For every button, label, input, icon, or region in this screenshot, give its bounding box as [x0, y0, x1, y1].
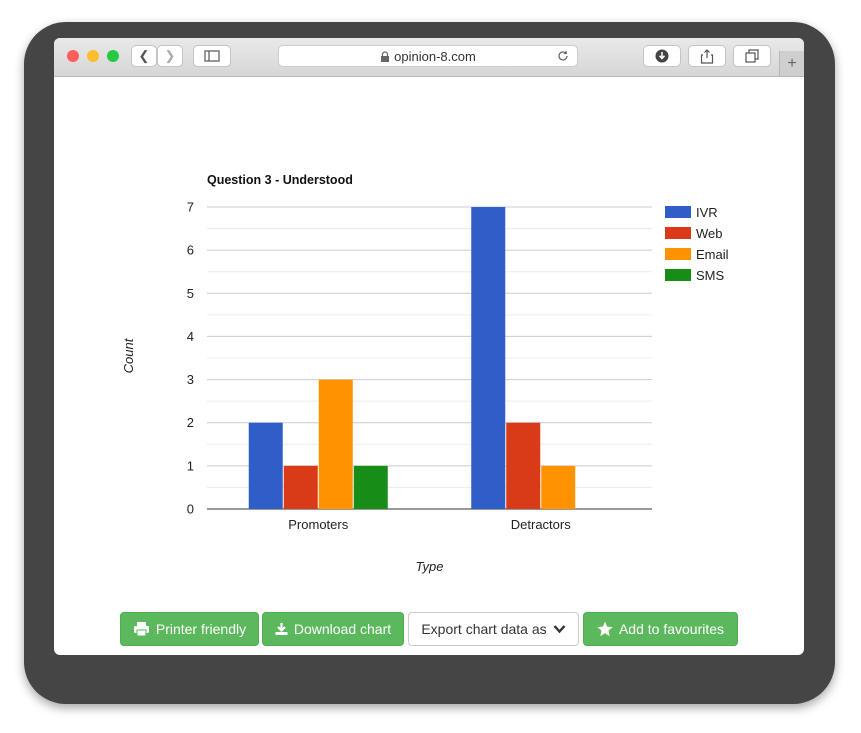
browser-window: ❮ ❯ opinion-8.com + 0 1 2 3 4 5 6 7 Promoters Det…	[54, 38, 804, 655]
legend-swatch	[665, 227, 691, 239]
x-axis-title: Type	[416, 559, 444, 574]
y-tick-label: 0	[187, 502, 194, 517]
chevron-down-icon	[553, 625, 566, 634]
legend-swatch	[665, 248, 691, 260]
y-tick-label: 3	[187, 372, 194, 387]
y-tick-label: 4	[187, 329, 194, 344]
x-tick-label: Detractors	[511, 517, 571, 532]
y-tick-label: 5	[187, 286, 194, 301]
add-to-favourites-button[interactable]: Add to favourites	[583, 612, 738, 646]
bar	[471, 207, 506, 509]
legend-label: Email	[696, 247, 729, 262]
y-tick-label: 7	[187, 200, 194, 215]
bar	[318, 379, 353, 509]
bar	[541, 465, 576, 509]
y-axis-title: Count	[121, 337, 136, 373]
bar	[353, 465, 388, 509]
legend-label: Web	[696, 226, 723, 241]
export-chart-data-dropdown[interactable]: Export chart data as	[408, 612, 579, 646]
printer-friendly-label: Printer friendly	[155, 621, 247, 637]
printer-friendly-button[interactable]: Printer friendly	[120, 612, 259, 646]
chart-title: Question 3 - Understood	[207, 173, 353, 187]
y-tick-label: 1	[187, 458, 194, 473]
download-chart-label: Download chart	[293, 621, 392, 637]
download-chart-button[interactable]: Download chart	[262, 612, 404, 646]
legend-swatch	[665, 206, 691, 218]
legend-label: SMS	[696, 268, 725, 283]
x-tick-label: Promoters	[288, 517, 348, 532]
star-icon	[597, 621, 613, 637]
y-tick-label: 6	[187, 243, 194, 258]
printer-icon	[133, 622, 149, 637]
bar-chart: 0 1 2 3 4 5 6 7 Promoters Detractors Question 3 - …	[121, 173, 729, 574]
bar	[283, 465, 318, 509]
export-chart-data-label: Export chart data as	[421, 621, 547, 637]
bar	[506, 422, 541, 509]
legend-swatch	[665, 269, 691, 281]
y-tick-label: 2	[187, 415, 194, 430]
bar	[248, 422, 283, 509]
download-icon	[275, 623, 288, 635]
legend-label: IVR	[696, 205, 718, 220]
add-to-favourites-label: Add to favourites	[618, 621, 725, 637]
